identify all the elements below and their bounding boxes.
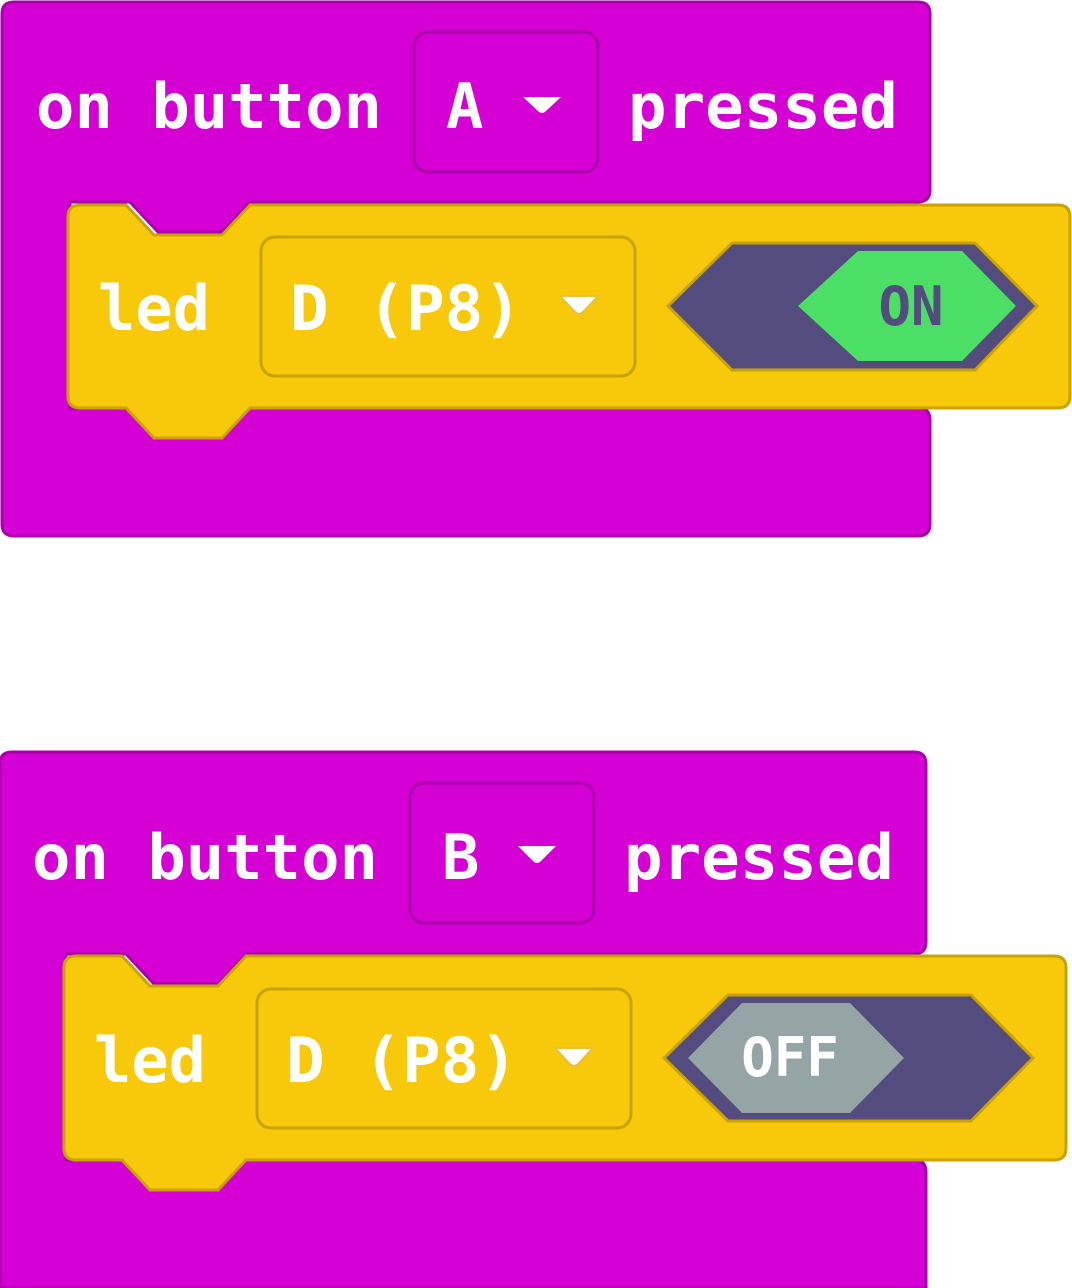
button-dropdown[interactable]: A: [412, 30, 600, 174]
toggle-state-label: ON: [878, 275, 943, 338]
statement-label: led: [94, 1024, 206, 1097]
button-dropdown-value: A: [446, 70, 483, 143]
event-prefix-label: on button: [32, 821, 378, 894]
pin-dropdown[interactable]: D (P8): [255, 987, 633, 1130]
pin-dropdown-value: D (P8): [286, 1024, 518, 1097]
button-dropdown[interactable]: B: [408, 781, 596, 925]
state-toggle[interactable]: ON: [665, 241, 1040, 372]
statement-block-led[interactable]: led D (P8) ON: [66, 203, 1072, 440]
statement-block-led[interactable]: led D (P8) OFF: [62, 954, 1068, 1192]
button-dropdown-value: B: [442, 821, 479, 894]
event-suffix-label: pressed: [628, 70, 898, 143]
pin-dropdown[interactable]: D (P8): [259, 235, 637, 378]
state-toggle[interactable]: OFF: [661, 993, 1036, 1123]
event-prefix-label: on button: [36, 70, 382, 143]
workspace: on button A pressed led D (P8) ON on but…: [0, 0, 1072, 1288]
statement-label: led: [98, 272, 210, 345]
pin-dropdown-value: D (P8): [290, 272, 522, 345]
toggle-state-label: OFF: [741, 1026, 839, 1089]
event-suffix-label: pressed: [624, 821, 894, 894]
